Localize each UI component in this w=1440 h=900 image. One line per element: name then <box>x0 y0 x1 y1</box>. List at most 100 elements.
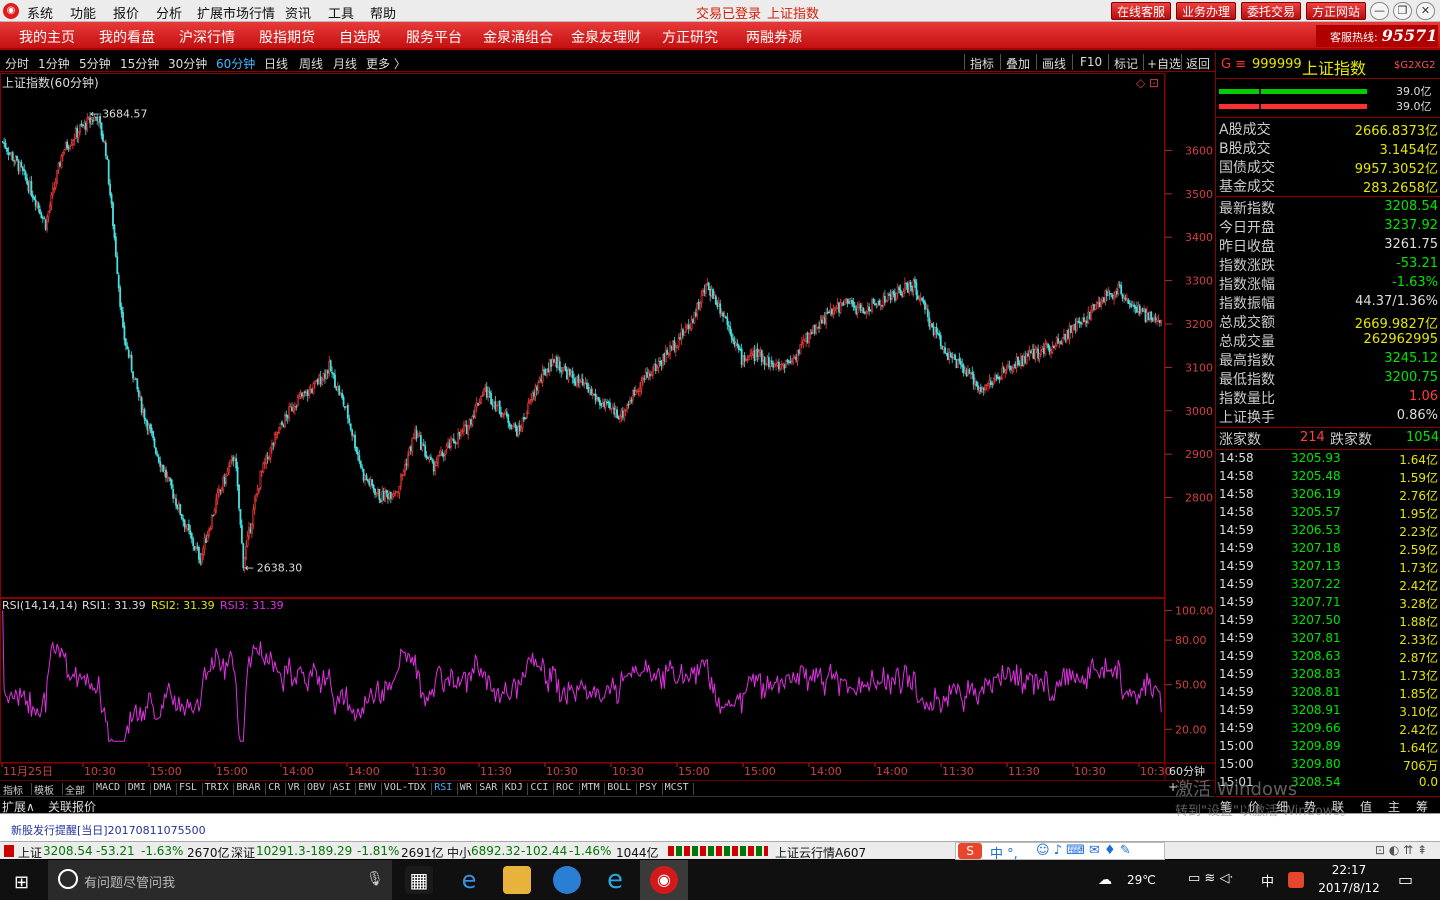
founder-app-icon[interactable]: ◉ <box>650 866 678 894</box>
hotline-badge[interactable]: 客服热线: 95571 <box>1316 25 1438 47</box>
online-service-button[interactable]: 在线客服 <box>1111 2 1172 20</box>
indicator-tab-mcst[interactable]: MCST <box>665 782 689 793</box>
mic-icon[interactable]: 🎙 <box>366 871 384 887</box>
tray-sogou-icon[interactable] <box>1288 872 1304 888</box>
business-button[interactable]: 业务办理 <box>1176 2 1237 20</box>
status-tray-icons[interactable]: ⊡ ◐ ⇈ ⇞ <box>1375 843 1427 857</box>
tool-add-watch[interactable]: +自选 <box>1147 55 1181 72</box>
nav-market[interactable]: 沪深行情 <box>179 27 235 47</box>
weather-icon[interactable]: ☁ <box>1098 872 1112 888</box>
clock-date[interactable]: 2017/8/12 <box>1314 881 1384 895</box>
tray-icons[interactable]: ▭ ≋ ◁ᐧ <box>1188 871 1233 886</box>
indicator-tab-boll[interactable]: BOLL <box>607 782 631 793</box>
indicator-tab-指标[interactable]: 指标 <box>3 782 23 797</box>
browser-icon[interactable] <box>553 866 581 894</box>
indicator-tab-全部[interactable]: 全部 <box>65 782 85 797</box>
file-explorer-icon[interactable] <box>503 866 531 894</box>
tool-back[interactable]: 返回 <box>1186 55 1210 72</box>
tool-overlay[interactable]: 叠加 <box>1006 55 1030 72</box>
ipo-notice[interactable]: 新股发行提醒[当日]20170811075500 <box>11 822 206 838</box>
weather-temp[interactable]: 29℃ <box>1127 873 1156 887</box>
indicator-tab-mtm[interactable]: MTM <box>582 782 600 793</box>
restore-button[interactable]: ❐ <box>1393 2 1412 20</box>
menu-extended-market[interactable]: 扩展市场行情 <box>197 3 275 22</box>
indicator-tab-dmi[interactable]: DMI <box>128 782 146 793</box>
edge-icon[interactable]: e <box>455 866 483 894</box>
nav-portfolio[interactable]: 金泉涌组合 <box>483 27 553 47</box>
indicator-tab-cr[interactable]: CR <box>268 782 280 793</box>
indicator-tab-trix[interactable]: TRIX <box>205 782 229 793</box>
minimize-button[interactable]: — <box>1370 2 1389 20</box>
nav-futures[interactable]: 股指期货 <box>259 27 315 47</box>
indicator-tab-cci[interactable]: CCI <box>530 782 548 793</box>
nav-margin[interactable]: 两融券源 <box>746 27 802 47</box>
ime-tools-icon[interactable]: ☺ ♪ ⌨ ✉ ♦ ✎ <box>1036 843 1131 858</box>
candle-body <box>888 294 891 296</box>
indicator-tab-roc[interactable]: ROC <box>556 782 574 793</box>
ie-icon[interactable]: e <box>601 866 629 894</box>
menu-system[interactable]: 系统 <box>27 3 53 22</box>
ime-toolbar[interactable]: S 中 °, ☺ ♪ ⌨ ✉ ♦ ✎ <box>955 842 1165 862</box>
windows-start-icon[interactable]: ⊞ <box>14 872 29 893</box>
indicator-tab-macd[interactable]: MACD <box>96 782 120 793</box>
panel-tab-7[interactable]: 筹 <box>1416 798 1428 815</box>
indicator-tab-wr[interactable]: WR <box>460 782 472 793</box>
indicator-tab-kdj[interactable]: KDJ <box>505 782 523 793</box>
menu-help[interactable]: 帮助 <box>370 3 396 22</box>
nav-research[interactable]: 方正研究 <box>662 27 718 47</box>
notification-icon[interactable]: ▭ <box>1398 870 1413 889</box>
nav-home[interactable]: 我的主页 <box>19 27 75 47</box>
indicator-tab-rsi[interactable]: RSI <box>434 782 452 793</box>
tool-indicator[interactable]: 指标 <box>970 55 994 72</box>
zx-name[interactable]: 中小 <box>447 844 471 861</box>
store-icon[interactable]: ▦ <box>405 866 433 894</box>
kline-chart[interactable]: 3600 3500 3400 3300 3200 3100 3000 2900 2800 100… <box>0 73 1215 780</box>
period-day[interactable]: 日线 <box>264 55 288 72</box>
nav-finance[interactable]: 金泉友理财 <box>571 27 641 47</box>
period-5min[interactable]: 5分钟 <box>79 55 111 72</box>
indicator-tab-obv[interactable]: OBV <box>307 782 325 793</box>
indicator-tab-vr[interactable]: VR <box>288 782 300 793</box>
sh-name[interactable]: 上证 <box>18 844 42 861</box>
chart-corner-icons[interactable]: ◇ ⊡ <box>1136 76 1159 90</box>
clock-time[interactable]: 22:17 <box>1318 863 1380 877</box>
tool-mark[interactable]: 标记 <box>1114 55 1138 72</box>
indicator-tab-dma[interactable]: DMA <box>153 782 171 793</box>
tray-ime[interactable]: 中 <box>1261 871 1274 890</box>
close-button[interactable]: ✕ <box>1416 2 1435 20</box>
divider <box>431 783 433 795</box>
period-60min[interactable]: 60分钟 <box>216 55 255 72</box>
panel-tab-5[interactable]: 值 <box>1360 798 1372 815</box>
menu-tools[interactable]: 工具 <box>328 3 354 22</box>
panel-tab-6[interactable]: 主 <box>1388 798 1400 815</box>
indicator-tab-brar[interactable]: BRAR <box>236 782 260 793</box>
indicator-tab-emv[interactable]: EMV <box>358 782 376 793</box>
indicator-tab-模板[interactable]: 模板 <box>34 782 54 797</box>
cortana-search[interactable]: 有问题尽管问我 🎙 <box>48 860 392 900</box>
indicator-tab-sar[interactable]: SAR <box>479 782 497 793</box>
indicator-tab-asi[interactable]: ASI <box>333 782 351 793</box>
period-timeshare[interactable]: 分时 <box>5 55 29 72</box>
sz-name[interactable]: 深证 <box>231 844 255 861</box>
menu-quote[interactable]: 报价 <box>113 3 139 22</box>
tool-draw[interactable]: 画线 <box>1042 55 1066 72</box>
nav-watchlist[interactable]: 自选股 <box>339 27 381 47</box>
cloud-quote[interactable]: 上证云行情A607 <box>775 844 866 861</box>
menu-function[interactable]: 功能 <box>70 3 96 22</box>
period-30min[interactable]: 30分钟 <box>168 55 207 72</box>
period-week[interactable]: 周线 <box>299 55 323 72</box>
menu-analysis[interactable]: 分析 <box>156 3 182 22</box>
nav-service[interactable]: 服务平台 <box>406 27 462 47</box>
indicator-tab-vol-tdx[interactable]: VOL-TDX <box>384 782 426 793</box>
menu-news[interactable]: 资讯 <box>285 3 311 22</box>
website-button[interactable]: 方正网站 <box>1306 2 1367 20</box>
period-15min[interactable]: 15分钟 <box>120 55 159 72</box>
indicator-tab-fsl[interactable]: FSL <box>179 782 197 793</box>
nav-my-watch[interactable]: 我的看盘 <box>99 27 155 47</box>
period-month[interactable]: 月线 <box>333 55 357 72</box>
period-more[interactable]: 更多 〉 <box>366 55 406 72</box>
tool-f10[interactable]: F10 <box>1080 55 1102 69</box>
period-1min[interactable]: 1分钟 <box>38 55 70 72</box>
trade-button[interactable]: 委托交易 <box>1241 2 1302 20</box>
indicator-tab-psy[interactable]: PSY <box>639 782 657 793</box>
